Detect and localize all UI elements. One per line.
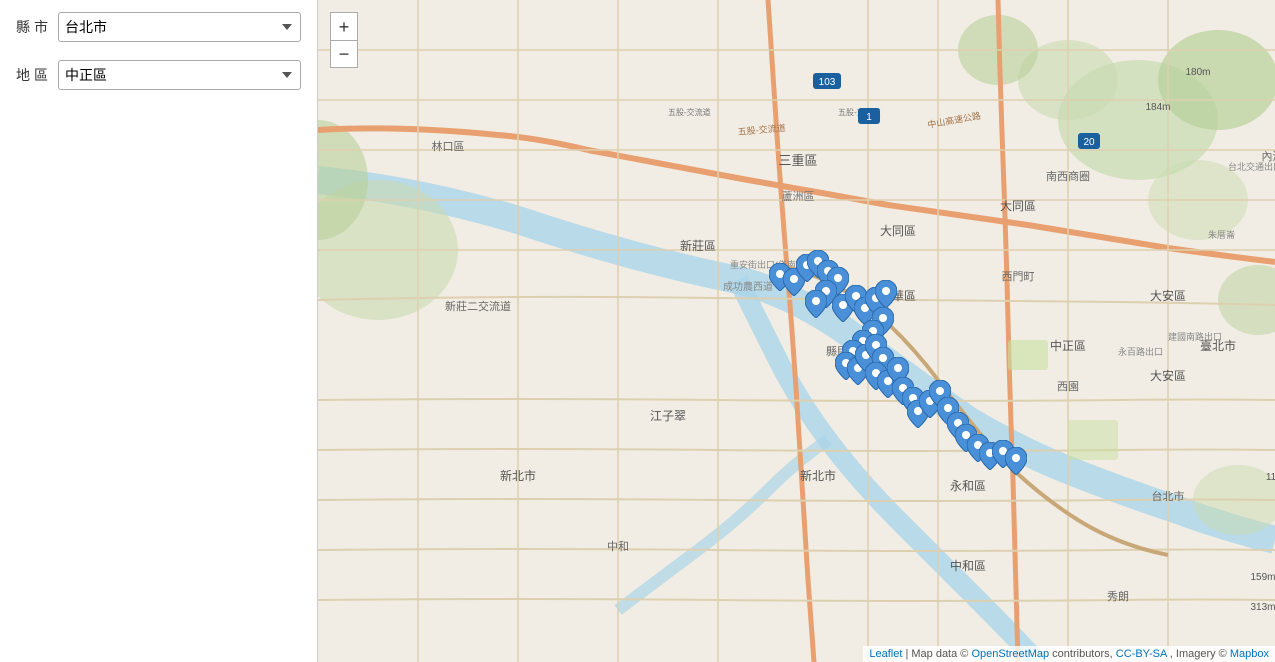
map-attribution: Leaflet | Map data © OpenStreetMap contr… — [863, 646, 1275, 662]
svg-text:西門町: 西門町 — [1002, 270, 1035, 283]
svg-text:313m: 313m — [1250, 602, 1275, 613]
sidebar: 縣市 台北市 新北市 基隆市 桃園市 新竹市 地區 中正區 大同區 中山區 松山… — [0, 0, 318, 662]
svg-text:西園: 西園 — [1057, 380, 1079, 393]
svg-text:永百路出口: 永百路出口 — [1118, 346, 1163, 357]
svg-text:五股-交流道: 五股-交流道 — [668, 107, 711, 117]
map-container[interactable]: 三重區 蘆洲區 新莊區 大同區 大同區 南西商圈 萬華區 西門町 中正區 大安區… — [318, 0, 1275, 662]
attribution-osm-prefix: | Map data © — [905, 648, 971, 660]
svg-text:南西商圈: 南西商圈 — [1046, 169, 1090, 183]
attribution-imagery: , Imagery © — [1170, 648, 1230, 660]
county-field-row: 縣市 台北市 新北市 基隆市 桃園市 新竹市 — [16, 12, 301, 42]
osm-link[interactable]: OpenStreetMap — [971, 648, 1049, 660]
svg-text:三重區: 三重區 — [778, 153, 817, 168]
svg-text:大安區: 大安區 — [1150, 368, 1186, 383]
leaflet-link[interactable]: Leaflet — [869, 648, 902, 660]
svg-text:大同區: 大同區 — [1000, 199, 1036, 213]
map-marker[interactable] — [805, 290, 827, 318]
svg-text:1: 1 — [866, 112, 872, 123]
zoom-out-button[interactable]: − — [330, 40, 358, 68]
svg-text:180m: 180m — [1185, 67, 1210, 78]
svg-text:20: 20 — [1083, 137, 1095, 148]
attribution-contributors: contributors, — [1052, 648, 1116, 660]
map-marker[interactable] — [1005, 447, 1027, 475]
svg-text:建國南路出口: 建國南路出口 — [1168, 331, 1222, 342]
svg-text:江子翠: 江子翠 — [650, 409, 686, 423]
district-field-row: 地區 中正區 大同區 中山區 松山區 大安區 萬華區 信義區 士林區 北投區 內… — [16, 60, 301, 90]
svg-text:中正區: 中正區 — [1050, 338, 1086, 353]
zoom-in-button[interactable]: + — [330, 12, 358, 40]
svg-text:大安區: 大安區 — [1150, 288, 1186, 303]
svg-text:林口區: 林口區 — [432, 139, 465, 153]
svg-text:朱厝崙: 朱厝崙 — [1208, 229, 1235, 240]
mapbox-link[interactable]: Mapbox — [1230, 648, 1269, 660]
svg-text:蘆洲區: 蘆洲區 — [782, 189, 815, 203]
county-select[interactable]: 台北市 新北市 基隆市 桃園市 新竹市 — [58, 12, 301, 42]
ccbysa-link[interactable]: CC-BY-SA — [1116, 648, 1167, 660]
svg-text:秀朗: 秀朗 — [1107, 590, 1129, 603]
svg-text:159m: 159m — [1250, 572, 1275, 583]
svg-text:新北市: 新北市 — [500, 468, 536, 483]
svg-text:103: 103 — [819, 77, 836, 88]
svg-text:新莊區: 新莊區 — [680, 238, 716, 253]
svg-text:大同區: 大同區 — [880, 224, 916, 238]
map-marker[interactable] — [875, 280, 897, 308]
svg-text:中和: 中和 — [607, 540, 629, 553]
svg-text:成功農西道: 成功農西道 — [723, 280, 773, 293]
county-label: 縣市 — [16, 17, 48, 37]
district-label: 地區 — [16, 65, 48, 85]
svg-text:中和區: 中和區 — [950, 558, 986, 573]
svg-text:台北市: 台北市 — [1152, 489, 1185, 503]
district-select[interactable]: 中正區 大同區 中山區 松山區 大安區 萬華區 信義區 士林區 北投區 內湖區 … — [58, 60, 301, 90]
svg-text:永和區: 永和區 — [950, 479, 986, 493]
svg-text:184m: 184m — [1145, 102, 1170, 113]
svg-text:台北交通出口→塔城出口道: 台北交通出口→塔城出口道 — [1228, 161, 1275, 172]
zoom-controls: + − — [330, 12, 358, 68]
svg-text:110m: 110m — [1266, 472, 1275, 483]
svg-text:新莊二交流道: 新莊二交流道 — [445, 299, 511, 313]
svg-text:新北市: 新北市 — [800, 468, 836, 483]
